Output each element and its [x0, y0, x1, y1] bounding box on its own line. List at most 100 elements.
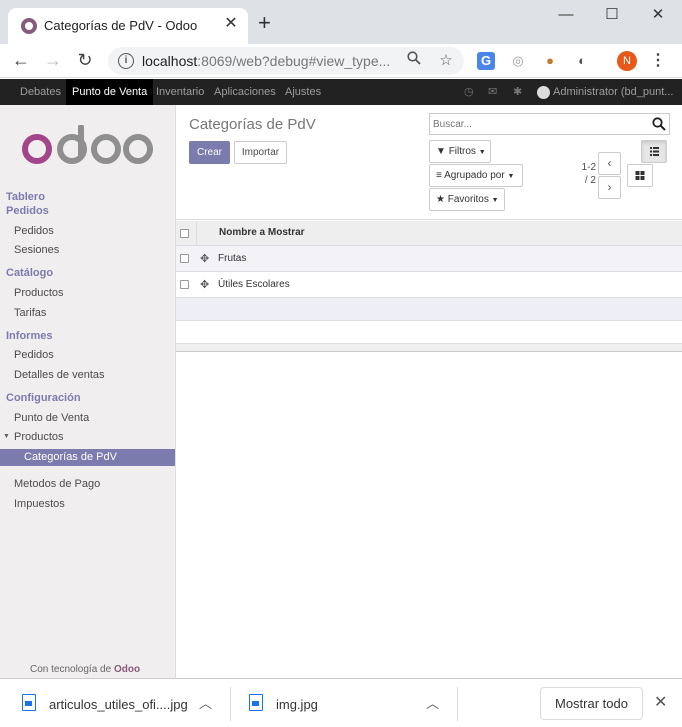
table-row[interactable]: ✥ Útiles Escolares — [176, 272, 682, 298]
browser-toolbar: ← → ↻ i localhost:8069/web?debug#view_ty… — [0, 44, 682, 78]
table-row[interactable]: ✥ Frutas — [176, 246, 682, 272]
sidebar-item-detalles-ventas[interactable]: Detalles de ventas — [14, 369, 105, 381]
user-menu[interactable]: Administrator (bd_punt... — [553, 79, 675, 105]
image-file-icon — [249, 694, 263, 711]
odoo-main-nav: Debates Punto de Venta Inventario Aplica… — [0, 79, 682, 105]
maximize-icon[interactable]: ☐ — [592, 4, 632, 26]
groupby-dropdown[interactable]: ≡ Agrupado por ▼ — [429, 164, 523, 187]
window-close-icon[interactable]: ✕ — [638, 4, 678, 26]
minimize-icon[interactable]: — — [546, 4, 586, 26]
import-button[interactable]: Importar — [234, 141, 287, 164]
filter-funnel-icon: ▼ — [436, 146, 446, 157]
odoo-logo — [22, 125, 153, 164]
row-name[interactable]: Útiles Escolares — [218, 279, 290, 290]
chevron-up-icon[interactable]: ︿ — [426, 693, 439, 712]
pager-total: / 2 — [584, 175, 596, 186]
tab-title: Categorías de PdV - Odoo — [44, 18, 198, 33]
search-icon[interactable] — [652, 117, 666, 131]
translate-extension-icon[interactable]: G — [477, 52, 495, 70]
sidebar-item-tarifas[interactable]: Tarifas — [14, 307, 46, 319]
caret-down-icon: ▼ — [507, 173, 515, 180]
download-item[interactable]: img.jpg ︿ — [227, 679, 457, 727]
timer-extension-icon[interactable]: ◎ — [509, 52, 527, 70]
sidebar-item-pedidos[interactable]: Pedidos — [14, 225, 54, 237]
row-checkbox[interactable] — [180, 280, 189, 289]
bookmark-star-icon[interactable]: ☆ — [436, 51, 456, 71]
divider — [457, 687, 458, 721]
nav-inventario[interactable]: Inventario — [150, 79, 210, 105]
sidebar-item-categorias-pdv[interactable]: Categorías de PdV — [0, 449, 175, 466]
drag-handle-icon[interactable]: ✥ — [200, 278, 209, 291]
sidebar-item-config-productos[interactable]: Productos — [14, 431, 64, 443]
powered-by: Con tecnología de Odoo — [30, 664, 141, 675]
row-name[interactable]: Frutas — [218, 253, 246, 264]
cookie-extension-icon[interactable]: ● — [541, 52, 559, 70]
nav-aplicaciones[interactable]: Aplicaciones — [208, 79, 282, 105]
search-input[interactable] — [433, 117, 643, 131]
odoo-link[interactable]: Odoo — [114, 664, 140, 675]
pager-range[interactable]: 1-2 — [579, 162, 596, 173]
pager-next-button[interactable]: › — [598, 176, 621, 199]
nav-debates[interactable]: Debates — [14, 79, 67, 105]
sidebar-heading-tablero[interactable]: Tablero — [6, 191, 45, 203]
new-tab-icon[interactable]: + — [258, 12, 271, 34]
chevron-up-icon[interactable]: ︿ — [199, 693, 212, 712]
favorites-label: Favoritos — [447, 194, 489, 205]
url-text[interactable]: localhost:8069/web?debug#view_type... — [142, 53, 392, 69]
sidebar-item-metodos-pago[interactable]: Metodos de Pago — [14, 478, 100, 490]
filters-dropdown[interactable]: ▼ Filtros ▼ — [429, 140, 491, 163]
star-icon: ★ — [436, 194, 445, 205]
sidebar-heading-configuracion: Configuración — [6, 392, 81, 404]
show-all-button[interactable]: Mostrar todo — [540, 687, 643, 720]
groupby-bars-icon: ≡ — [436, 170, 442, 181]
address-bar[interactable]: i localhost:8069/web?debug#view_type... … — [108, 47, 464, 75]
activity-clock-icon[interactable]: ◷ — [464, 85, 474, 98]
extension-icon[interactable]: ◐ — [573, 52, 591, 70]
messages-icon[interactable]: ✉ — [488, 85, 497, 98]
sidebar-heading-informes: Informes — [6, 330, 53, 342]
page-title: Categorías de PdV — [189, 116, 316, 133]
browser-titlebar: Categorías de PdV - Odoo ✕ + — ☐ ✕ — [0, 0, 682, 44]
select-all-checkbox[interactable] — [180, 229, 189, 238]
kanban-view-button[interactable] — [627, 164, 653, 187]
caret-down-icon[interactable]: ▼ — [3, 433, 10, 440]
download-item[interactable]: articulos_utiles_ofi....jpg ︿ — [0, 679, 230, 727]
nav-ajustes[interactable]: Ajustes — [279, 79, 327, 105]
profile-avatar[interactable]: N — [617, 51, 637, 71]
column-header-nombre[interactable]: Nombre a Mostrar — [219, 227, 305, 238]
sidebar-item-config-punto-venta[interactable]: Punto de Venta — [14, 412, 89, 424]
browser-tab[interactable]: Categorías de PdV - Odoo ✕ — [8, 8, 248, 44]
drag-handle-icon[interactable]: ✥ — [200, 252, 209, 265]
favorites-dropdown[interactable]: ★ Favoritos ▼ — [429, 188, 505, 211]
create-button[interactable]: Crear — [189, 141, 230, 164]
pager-value[interactable]: 1-2 / 2 — [579, 162, 596, 186]
debug-bug-icon[interactable]: ✱ — [513, 85, 522, 98]
site-info-icon[interactable]: i — [118, 53, 134, 69]
odoo-favicon-icon — [21, 18, 37, 34]
browser-menu-icon[interactable]: ⋮ — [650, 50, 666, 72]
download-bar: articulos_utiles_ofi....jpg ︿ img.jpg ︿ … — [0, 678, 682, 727]
sidebar-item-productos[interactable]: Productos — [14, 287, 64, 299]
back-icon[interactable]: ← — [10, 49, 32, 71]
sidebar-item-informes-pedidos[interactable]: Pedidos — [14, 349, 54, 361]
pager-previous-button[interactable]: ‹ — [598, 152, 621, 175]
sidebar-item-sesiones[interactable]: Sesiones — [14, 244, 59, 256]
download-filename[interactable]: img.jpg — [276, 697, 318, 712]
main-content: Categorías de PdV Crear Importar ▼ Filtr… — [176, 105, 682, 678]
sidebar-item-impuestos[interactable]: Impuestos — [14, 498, 65, 510]
download-filename[interactable]: articulos_utiles_ofi....jpg — [49, 697, 188, 712]
close-download-bar-icon[interactable]: ✕ — [654, 692, 667, 712]
row-checkbox[interactable] — [180, 254, 189, 263]
groupby-label: Agrupado por — [444, 170, 505, 181]
zoom-icon[interactable] — [404, 51, 424, 71]
reload-icon[interactable]: ↻ — [74, 49, 96, 71]
close-tab-icon[interactable]: ✕ — [222, 15, 240, 33]
table-header: Nombre a Mostrar — [176, 221, 682, 246]
forward-icon[interactable]: → — [42, 49, 64, 71]
user-avatar[interactable] — [537, 86, 550, 99]
image-file-icon — [22, 694, 36, 711]
list-view-button[interactable] — [641, 140, 667, 163]
sidebar-heading-catalogo: Catálogo — [6, 267, 54, 279]
kanban-view-icon — [635, 171, 645, 180]
nav-punto-de-venta[interactable]: Punto de Venta — [66, 79, 154, 105]
